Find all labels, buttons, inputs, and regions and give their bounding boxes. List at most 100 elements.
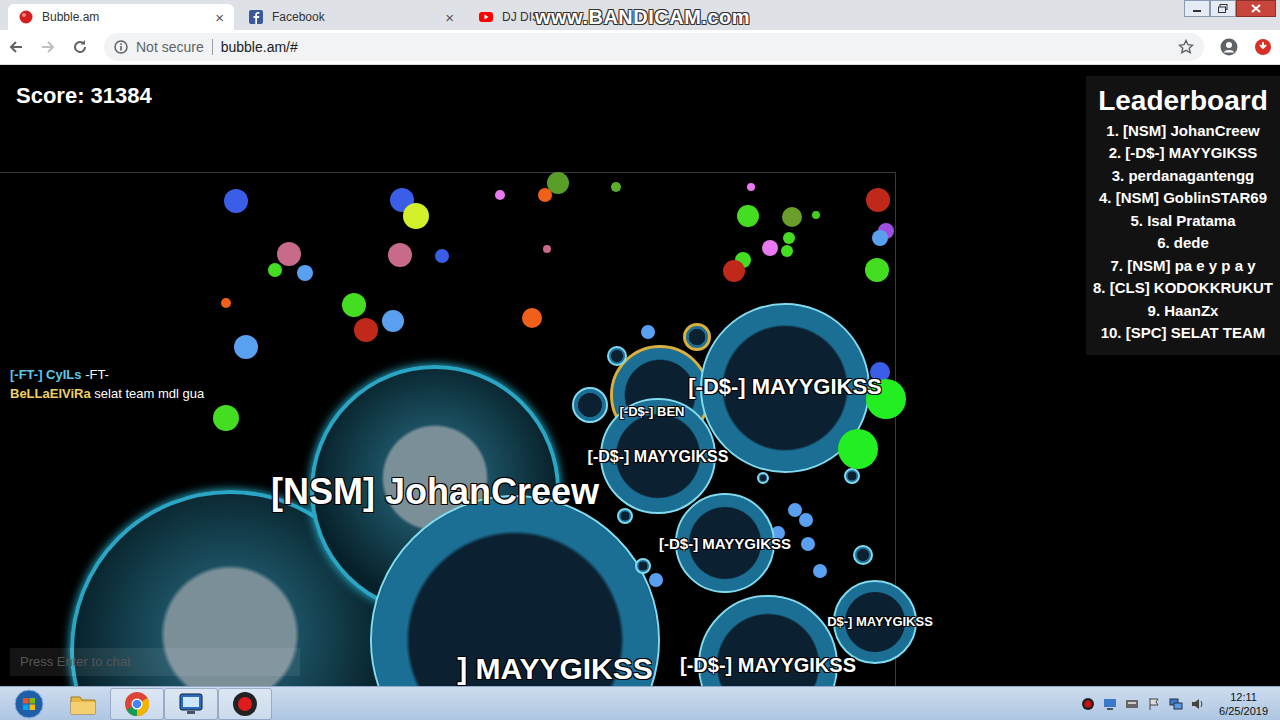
food-pellet: [783, 232, 795, 244]
food-pellet: [342, 293, 366, 317]
leaderboard-entry: 3. perdanagantengg: [1090, 165, 1276, 188]
food-pellet: [277, 242, 301, 266]
keyboard-tray-icon[interactable]: [1125, 697, 1139, 711]
chat-text: -FT-: [85, 367, 109, 382]
food-pellet: [221, 298, 231, 308]
player-cell: [844, 468, 860, 484]
minimize-button[interactable]: [1184, 0, 1210, 17]
food-pellet: [781, 245, 793, 257]
info-icon[interactable]: [114, 40, 128, 54]
leaderboard: Leaderboard 1. [NSM] JohanCreew2. [-D$-]…: [1086, 76, 1280, 355]
volume-tray-icon[interactable]: [1191, 697, 1205, 711]
separator: [212, 39, 213, 55]
tab-strip: Bubble.am×Facebook×DJ DIS www.BANDICAM.c…: [0, 0, 1280, 30]
food-pellet: [543, 245, 551, 253]
recorder-watermark: www.BANDICAM.com: [535, 2, 750, 32]
player-cell: [572, 387, 608, 423]
back-icon[interactable]: [8, 39, 24, 55]
player-cell: [607, 346, 627, 366]
record-icon: [232, 691, 258, 717]
leaderboard-entry: 7. [NSM] pa e y p a y: [1090, 255, 1276, 278]
chat-log: [-FT-] CyILs -FT-BeLLaElViRa selat team …: [10, 365, 204, 403]
maximize-button[interactable]: [1210, 0, 1236, 17]
network-tray-icon[interactable]: [1169, 697, 1183, 711]
clock-time: 12:11: [1219, 690, 1268, 704]
leaderboard-entry: 1. [NSM] JohanCreew: [1090, 120, 1276, 143]
player-cell: [866, 379, 906, 419]
food-pellet: [865, 258, 889, 282]
bandicam-button[interactable]: [218, 688, 272, 720]
tab-label: Facebook: [272, 8, 437, 26]
security-label: Not secure: [136, 37, 204, 58]
player-cell: [675, 493, 775, 593]
record-tray-icon[interactable]: [1081, 697, 1095, 711]
food-pellet: [297, 265, 313, 281]
player-name: [-D$-] BEN: [620, 405, 685, 419]
windows-start-icon: [14, 689, 44, 719]
leaderboard-entry: 6. dede: [1090, 232, 1276, 255]
close-icon: [1251, 4, 1261, 13]
browser-tab[interactable]: Bubble.am×: [8, 4, 234, 30]
explorer-button[interactable]: [56, 688, 110, 720]
food-pellet: [268, 263, 282, 277]
chat-message: BeLLaElViRa selat team mdl gua: [10, 384, 204, 403]
forward-icon[interactable]: [40, 39, 56, 55]
monitor-tray-icon[interactable]: [1103, 697, 1117, 711]
flag-tray-icon[interactable]: [1147, 697, 1161, 711]
youtube-favicon-icon: [478, 9, 494, 25]
food-pellet: [224, 189, 248, 213]
leaderboard-entry: 8. [CLS] KODOKKRUKUT: [1090, 277, 1276, 300]
food-pellet: [737, 205, 759, 227]
food-pellet: [234, 335, 258, 359]
leaderboard-entry: 5. Isal Pratama: [1090, 210, 1276, 233]
bubble-favicon-icon: [18, 9, 34, 25]
minimize-icon: [1192, 5, 1202, 13]
player-cell: [635, 558, 651, 574]
clock[interactable]: 12:11 6/25/2019: [1213, 690, 1274, 718]
food-pellet: [354, 318, 378, 342]
score: Score: 31384: [16, 79, 152, 112]
close-window-button[interactable]: [1236, 0, 1276, 17]
chat-text: selat team mdl gua: [94, 386, 204, 401]
folder-icon: [69, 692, 97, 716]
player-name: [-D$-] MAYYGIKSS: [588, 448, 729, 466]
food-pellet: [641, 325, 655, 339]
food-pellet: [382, 310, 404, 332]
address-bar[interactable]: Not secure bubble.am/#: [104, 33, 1204, 61]
restore-icon: [1218, 4, 1228, 13]
tab-close-button[interactable]: ×: [215, 10, 224, 25]
food-pellet: [388, 243, 412, 267]
player-name: [-D$-] MAYYGIKSS: [680, 654, 856, 676]
start-button[interactable]: [2, 688, 56, 720]
clock-date: 6/25/2019: [1219, 704, 1268, 718]
chat-author: BeLLaElViRa: [10, 386, 91, 401]
player-name: [-D$-] MAYYGIKSS: [688, 375, 882, 399]
player-cell: [600, 398, 716, 514]
leaderboard-entry: 2. [-D$-] MAYYGIKSS: [1090, 142, 1276, 165]
toolbar: Not secure bubble.am/#: [0, 30, 1280, 65]
food-pellet: [522, 308, 542, 328]
player-name: ] MAYYGIKSS: [457, 652, 653, 685]
game-canvas[interactable]: [NSM] JohanCreew] MAYYGIKSS[-D$-] BEN[-D…: [0, 65, 1280, 686]
chat-author: [-FT-] CyILs: [10, 367, 82, 382]
chat-input[interactable]: [10, 648, 300, 676]
player-cell: [838, 429, 878, 469]
food-pellet: [538, 188, 552, 202]
player-cell: [757, 472, 769, 484]
chrome-button[interactable]: [110, 688, 164, 720]
url-text[interactable]: bubble.am/#: [221, 37, 1170, 58]
player-name: [-D$-] MAYYGIKSS: [659, 536, 791, 553]
app-button[interactable]: [164, 688, 218, 720]
player-cell: [853, 545, 873, 565]
account-icon[interactable]: [1220, 38, 1238, 56]
browser-tab[interactable]: Facebook ×: [238, 4, 464, 30]
food-pellet: [611, 182, 621, 192]
chat-message: [-FT-] CyILs -FT-: [10, 365, 204, 384]
player-cell: [833, 580, 917, 664]
star-icon[interactable]: [1178, 39, 1194, 55]
reload-icon[interactable]: [72, 39, 88, 55]
leaderboard-entry: 4. [NSM] GoblinSTAR69: [1090, 187, 1276, 210]
food-pellet: [872, 230, 888, 246]
tab-close-button[interactable]: ×: [445, 10, 454, 25]
extension-icon[interactable]: [1254, 38, 1272, 56]
